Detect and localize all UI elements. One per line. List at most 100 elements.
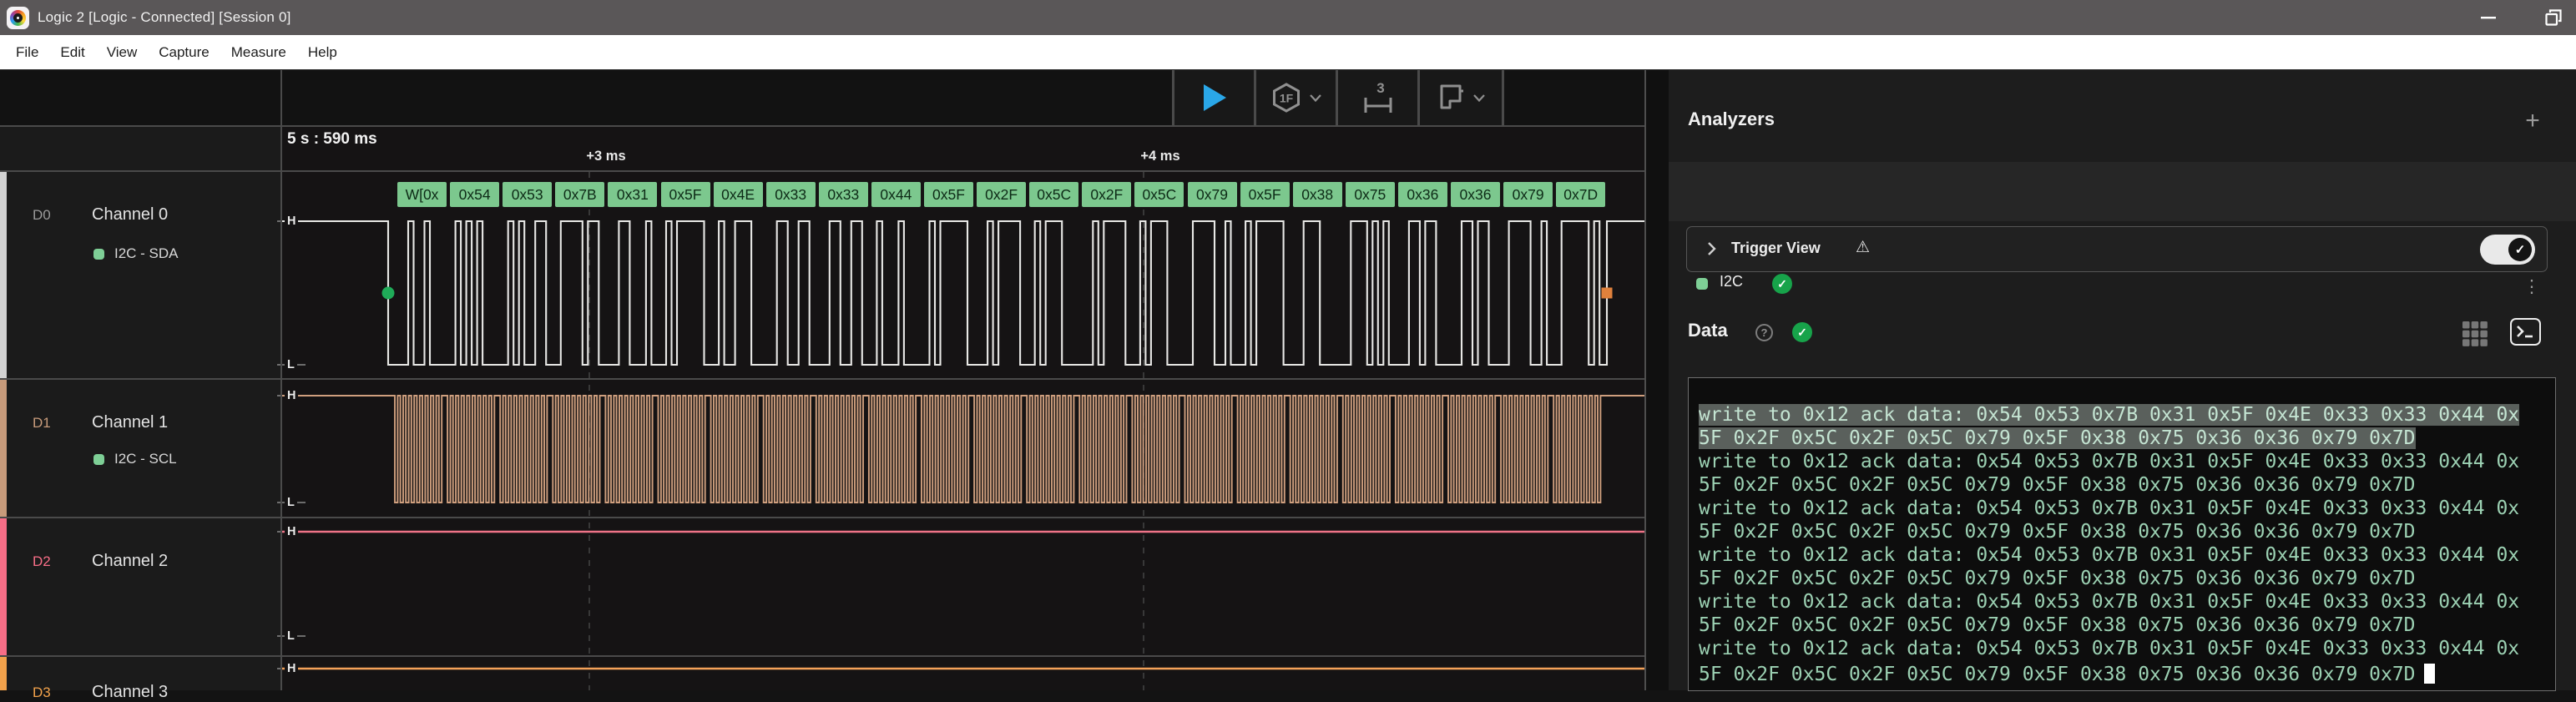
terminal-line[interactable]: write to 0x12 ack data: 0x54 0x53 0x7B 0… (1699, 543, 2548, 567)
trigger-view-toggle[interactable]: ✓ (2480, 235, 2535, 265)
help-icon[interactable]: ? (1755, 324, 1773, 341)
waveform-canvas[interactable] (0, 70, 1669, 690)
terminal-line[interactable]: 5F 0x2F 0x5C 0x2F 0x5C 0x79 0x5F 0x38 0x… (1699, 427, 2548, 450)
analyzer-options-button[interactable]: ⋮ (2520, 275, 2543, 299)
terminal-text: write to 0x12 ack data: 0x54 0x53 0x7B 0… (1699, 544, 2519, 566)
terminal-line[interactable]: write to 0x12 ack data: 0x54 0x53 0x7B 0… (1699, 590, 2548, 614)
trigger-view-row[interactable]: Trigger View ⚠ ✓ (1686, 226, 2548, 272)
low-level-marker: L (285, 357, 297, 372)
toggle-check-icon: ✓ (2508, 238, 2532, 261)
terminal-text: 5F 0x2F 0x5C 0x2F 0x5C 0x79 0x5F 0x38 0x… (1699, 568, 2416, 589)
menu-item-file[interactable]: File (5, 35, 49, 69)
analyzer-dot-icon (93, 249, 104, 260)
minimize-icon (2479, 8, 2498, 27)
menu-item-measure[interactable]: Measure (220, 35, 297, 69)
i2c-data-frame: 0x7B (555, 182, 604, 207)
i2c-data-frame: 0x33 (819, 182, 868, 207)
menu-item-edit[interactable]: Edit (49, 35, 95, 69)
channel-analyzer-tag: I2C - SCL (93, 451, 177, 467)
channel-id: D2 (33, 553, 51, 570)
channel-row-border (0, 517, 1669, 518)
terminal-line[interactable]: 5F 0x2F 0x5C 0x2F 0x5C 0x79 0x5F 0x38 0x… (1699, 520, 2548, 543)
channel-color-strip (0, 378, 7, 517)
channel-analyzer-label: I2C - SCL (114, 451, 177, 467)
channel-name: Channel 3 (92, 683, 168, 702)
i2c-data-frame: 0x2F (1082, 182, 1131, 207)
i2c-data-frame: 0x4E (714, 182, 763, 207)
channel-id: D3 (33, 684, 51, 701)
i2c-data-frame: 0x5C (1029, 182, 1078, 207)
high-level-marker: H (285, 388, 298, 403)
high-level-marker: H (285, 661, 298, 676)
channel-row-border (0, 655, 1669, 657)
scl-waveform (282, 396, 1644, 503)
i2c-data-frame: 0x7D (1556, 182, 1605, 207)
analyzers-heading: Analyzers (1688, 109, 1775, 130)
channel-id: D1 (33, 415, 51, 432)
terminal-line[interactable]: 5F 0x2F 0x5C 0x2F 0x5C 0x79 0x5F 0x38 0x… (1699, 473, 2548, 497)
i2c-data-frame: 0x5F (924, 182, 973, 207)
terminal-line[interactable]: write to 0x12 ack data: 0x54 0x53 0x7B 0… (1699, 450, 2548, 473)
menu-item-capture[interactable]: Capture (148, 35, 220, 69)
i2c-data-frame: 0x79 (1503, 182, 1553, 207)
i2c-address-frame: W[0x (397, 182, 447, 207)
high-level-marker: H (285, 524, 298, 539)
channel-color-strip (0, 655, 7, 690)
app-logo-icon (7, 7, 29, 29)
analyzers-panel: Analyzers + I2C ✓ ⋮ Trigger View ⚠ ✓ Dat… (1669, 70, 2576, 690)
terminal-text: 5F 0x2F 0x5C 0x2F 0x5C 0x79 0x5F 0x38 0x… (1699, 427, 2416, 449)
terminal-line[interactable]: 5F 0x2F 0x5C 0x2F 0x5C 0x79 0x5F 0x38 0x… (1699, 614, 2548, 637)
terminal-line[interactable]: write to 0x12 ack data: 0x54 0x53 0x7B 0… (1699, 637, 2548, 660)
data-terminal[interactable]: write to 0x12 ack data: 0x54 0x53 0x7B 0… (1688, 377, 2556, 691)
terminal-line[interactable]: write to 0x12 ack data: 0x54 0x53 0x7B 0… (1699, 403, 2548, 427)
terminal-text: 5F 0x2F 0x5C 0x2F 0x5C 0x79 0x5F 0x38 0x… (1699, 474, 2416, 496)
analyzer-dot-icon (93, 454, 104, 465)
add-analyzer-button[interactable]: + (2518, 107, 2547, 135)
analyzer-name: I2C (1720, 273, 1743, 290)
restore-icon (2543, 8, 2563, 28)
terminal-line[interactable]: write to 0x12 ack data: 0x54 0x53 0x7B 0… (1699, 497, 2548, 520)
window-title: Logic 2 [Logic - Connected] [Session 0] (38, 9, 291, 26)
terminal-text: 5F 0x2F 0x5C 0x2F 0x5C 0x79 0x5F 0x38 0x… (1699, 614, 2416, 636)
analyzer-row-i2c[interactable]: I2C ✓ ⋮ (1669, 162, 2576, 221)
channel-color-strip (0, 517, 7, 655)
minimize-button[interactable] (2478, 7, 2499, 28)
data-heading: Data (1688, 320, 1728, 341)
menu-item-help[interactable]: Help (297, 35, 348, 69)
i2c-data-frame: 0x31 (608, 182, 657, 207)
i2c-data-frame: 0x53 (503, 182, 552, 207)
chevron-right-icon (1707, 241, 1716, 256)
analyzer-color-swatch (1696, 278, 1708, 290)
terminal-icon (2512, 320, 2538, 343)
i2c-data-frame: 0x75 (1346, 182, 1395, 207)
capture-area[interactable]: 1F 3 5 s : 590 ms +3 ms+4 ms D0Channel 0 (0, 70, 1669, 690)
grid-icon (2461, 320, 2489, 348)
menu-item-view[interactable]: View (96, 35, 149, 69)
terminal-text: write to 0x12 ack data: 0x54 0x53 0x7B 0… (1699, 451, 2519, 472)
i2c-data-frame: 0x5F (661, 182, 710, 207)
terminal-line[interactable]: 5F 0x2F 0x5C 0x2F 0x5C 0x79 0x5F 0x38 0x… (1699, 660, 2548, 686)
terminal-line[interactable]: 5F 0x2F 0x5C 0x2F 0x5C 0x79 0x5F 0x38 0x… (1699, 567, 2548, 590)
channel-id: D0 (33, 207, 51, 224)
low-level-marker: L (285, 629, 297, 644)
channel-analyzer-label: I2C - SDA (114, 245, 179, 262)
waveform-scroll-gutter[interactable] (1644, 70, 1669, 690)
channel-row-border (0, 378, 1669, 380)
trigger-view-label: Trigger View (1731, 240, 1821, 257)
terminal-text: 5F 0x2F 0x5C 0x2F 0x5C 0x79 0x5F 0x38 0x… (1699, 664, 2416, 685)
label-waveform-divider[interactable] (280, 70, 282, 690)
i2c-data-frame: 0x2F (977, 182, 1026, 207)
i2c-data-frame: 0x44 (871, 182, 921, 207)
terminal-text: write to 0x12 ack data: 0x54 0x53 0x7B 0… (1699, 591, 2519, 613)
i2c-data-frame: 0x54 (450, 182, 499, 207)
terminal-text: 5F 0x2F 0x5C 0x2F 0x5C 0x79 0x5F 0x38 0x… (1699, 521, 2416, 543)
terminal-text: write to 0x12 ack data: 0x54 0x53 0x7B 0… (1699, 404, 2519, 426)
terminal-view-button[interactable] (2510, 318, 2541, 346)
table-view-button[interactable] (2461, 320, 2489, 348)
i2c-data-frame: 0x33 (766, 182, 816, 207)
restore-button[interactable] (2543, 7, 2564, 28)
analyzer-ok-icon: ✓ (1772, 274, 1792, 294)
warning-icon: ⚠ (1856, 238, 1870, 257)
terminal-text: write to 0x12 ack data: 0x54 0x53 0x7B 0… (1699, 638, 2519, 659)
i2c-data-frame: 0x36 (1398, 182, 1447, 207)
